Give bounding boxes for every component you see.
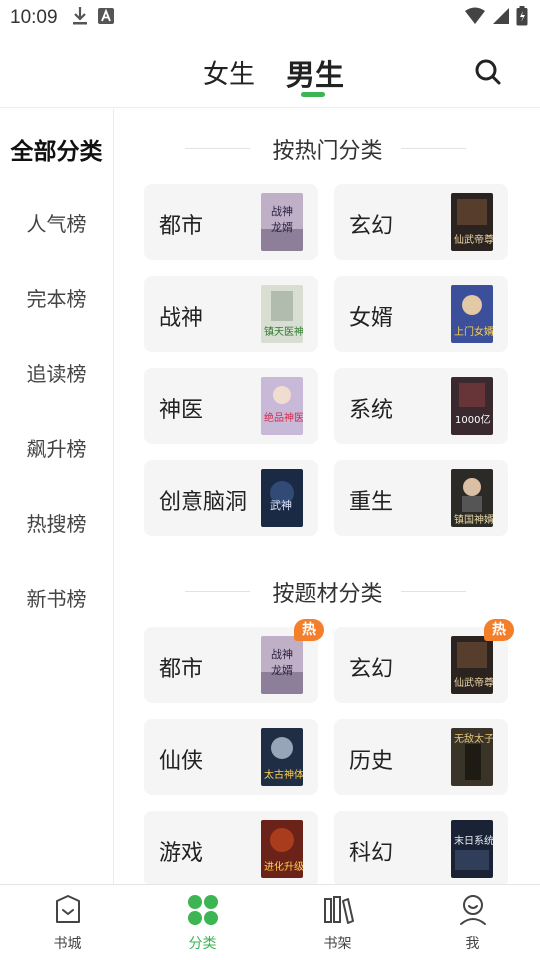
section-title-text: 按热门分类 (272, 139, 383, 164)
svg-text:末日系统: 末日系统 (454, 834, 493, 847)
book-cover: 战神 龙婿 (261, 636, 303, 694)
svg-text:武神: 武神 (270, 498, 292, 512)
category-name: 女婿 (349, 306, 394, 331)
nav-label: 我 (465, 936, 480, 952)
book-cover: 末日系统 (451, 820, 493, 878)
category-name: 战神 (159, 306, 204, 331)
category-name: 玄幻 (349, 214, 394, 239)
category-name: 神医 (159, 398, 204, 423)
book-cover: 镇天医神 (261, 285, 303, 343)
svg-text:上门女婿: 上门女婿 (454, 325, 493, 338)
profile-icon (456, 893, 490, 927)
sidebar-item-following[interactable]: 追读榜 (0, 358, 113, 387)
svg-text:龙婿: 龙婿 (271, 220, 293, 234)
svg-text:战神: 战神 (271, 647, 293, 661)
tab-male[interactable]: 男生 (286, 52, 344, 94)
category-card-creative[interactable]: 创意脑洞 武神 (144, 460, 318, 536)
svg-text:仙武帝尊: 仙武帝尊 (454, 676, 493, 689)
genre-card-xianxia[interactable]: 仙侠 太古神体 (144, 719, 318, 795)
category-name: 仙侠 (159, 749, 204, 774)
top-header: 女生 男生 (0, 36, 540, 108)
sidebar-item-rising[interactable]: 飙升榜 (0, 433, 113, 462)
book-cover: 武神 (261, 469, 303, 527)
nav-profile[interactable]: 我 (405, 885, 540, 960)
genre-card-urban[interactable]: 都市 战神龙婿 (144, 627, 318, 703)
book-cover: 进化升级 (261, 820, 303, 878)
category-content[interactable]: 按热门分类 都市 战神 龙婿 玄幻 仙武帝尊 战神 镇天医神 女婿 上门女婿 神医… (115, 109, 540, 884)
category-card-miracle-doctor[interactable]: 神医 绝品神医 (144, 368, 318, 444)
book-cover: 绝品神医 (261, 377, 303, 435)
genre-card-game[interactable]: 游戏 进化升级 (144, 811, 318, 884)
book-cover: 战神 龙婿 (261, 193, 303, 251)
category-card-system[interactable]: 系统 1000亿 (334, 368, 508, 444)
genre-card-scifi[interactable]: 科幻 末日系统 (334, 811, 508, 884)
section-title-genre: 按题材分类 (115, 576, 540, 607)
bookshelf-icon (321, 893, 355, 927)
category-name: 玄幻 (349, 657, 394, 682)
tab-female[interactable]: 女生 (203, 54, 255, 91)
category-name: 都市 (159, 214, 204, 239)
category-card-war-god[interactable]: 战神 镇天医神 (144, 276, 318, 352)
hot-badge: 热 (484, 619, 514, 641)
status-time: 10:09 (10, 7, 58, 28)
search-button[interactable] (470, 56, 506, 92)
sidebar-item-all-categories[interactable]: 全部分类 (0, 132, 113, 166)
svg-text:龙婿: 龙婿 (271, 663, 293, 677)
section-title-text: 按题材分类 (272, 582, 383, 607)
book-cover: 仙武帝尊 (451, 636, 493, 694)
nav-bookshelf[interactable]: 书架 (270, 885, 405, 960)
svg-text:镇国神婿: 镇国神婿 (454, 513, 493, 526)
status-bar: 10:09 (0, 0, 540, 36)
svg-text:战神: 战神 (271, 204, 293, 218)
category-icon (186, 893, 220, 927)
section-title-hot: 按热门分类 (115, 133, 540, 164)
category-name: 系统 (349, 398, 394, 423)
svg-text:镇天医神: 镇天医神 (264, 325, 303, 338)
book-cover: 仙武帝尊 (451, 193, 493, 251)
sidebar-item-new-books[interactable]: 新书榜 (0, 583, 113, 612)
category-sidebar: 全部分类 人气榜 完本榜 追读榜 飙升榜 热搜榜 新书榜 (0, 109, 114, 884)
nav-category[interactable]: 分类 (135, 885, 270, 960)
sidebar-item-completed[interactable]: 完本榜 (0, 283, 113, 312)
search-icon (474, 58, 502, 90)
download-icon (72, 6, 88, 30)
genre-card-fantasy[interactable]: 玄幻 仙武帝尊 (334, 627, 508, 703)
tab-active-indicator (301, 92, 325, 97)
svg-text:进化升级: 进化升级 (264, 860, 303, 873)
sidebar-item-hot-search[interactable]: 热搜榜 (0, 508, 113, 537)
category-card-fantasy[interactable]: 玄幻 仙武帝尊 (334, 184, 508, 260)
category-card-son-in-law[interactable]: 女婿 上门女婿 (334, 276, 508, 352)
svg-text:无敌太子: 无敌太子 (454, 732, 493, 745)
sidebar-item-popular[interactable]: 人气榜 (0, 208, 113, 237)
category-name: 都市 (159, 657, 204, 682)
book-cover: 无敌太子 (451, 728, 493, 786)
nav-label: 书城 (53, 936, 82, 952)
svg-text:1000亿: 1000亿 (455, 413, 490, 426)
signal-icon (492, 7, 510, 29)
bookstore-icon (51, 893, 85, 927)
svg-text:绝品神医: 绝品神医 (264, 411, 303, 424)
genre-card-history[interactable]: 历史 无敌太子 (334, 719, 508, 795)
book-cover: 太古神体 (261, 728, 303, 786)
book-cover: 1000亿 (451, 377, 493, 435)
book-cover: 镇国神婿 (451, 469, 493, 527)
hot-badge: 热 (294, 619, 324, 641)
app-notification-icon (97, 8, 114, 28)
category-name: 重生 (349, 490, 394, 515)
category-card-rebirth[interactable]: 重生 镇国神婿 (334, 460, 508, 536)
category-name: 科幻 (349, 841, 394, 866)
wifi-icon (464, 7, 486, 29)
svg-text:太古神体: 太古神体 (264, 768, 303, 781)
nav-label: 分类 (188, 936, 217, 952)
category-name: 历史 (349, 749, 394, 774)
category-name: 游戏 (159, 841, 204, 866)
category-name: 创意脑洞 (159, 490, 248, 515)
nav-label: 书架 (323, 936, 352, 952)
book-cover: 上门女婿 (451, 285, 493, 343)
category-card-urban[interactable]: 都市 战神龙婿 (144, 184, 318, 260)
battery-icon (516, 6, 528, 30)
nav-bookstore[interactable]: 书城 (0, 885, 135, 960)
bottom-navigation: 书城 分类 书架 我 (0, 884, 540, 960)
svg-text:仙武帝尊: 仙武帝尊 (454, 233, 493, 246)
